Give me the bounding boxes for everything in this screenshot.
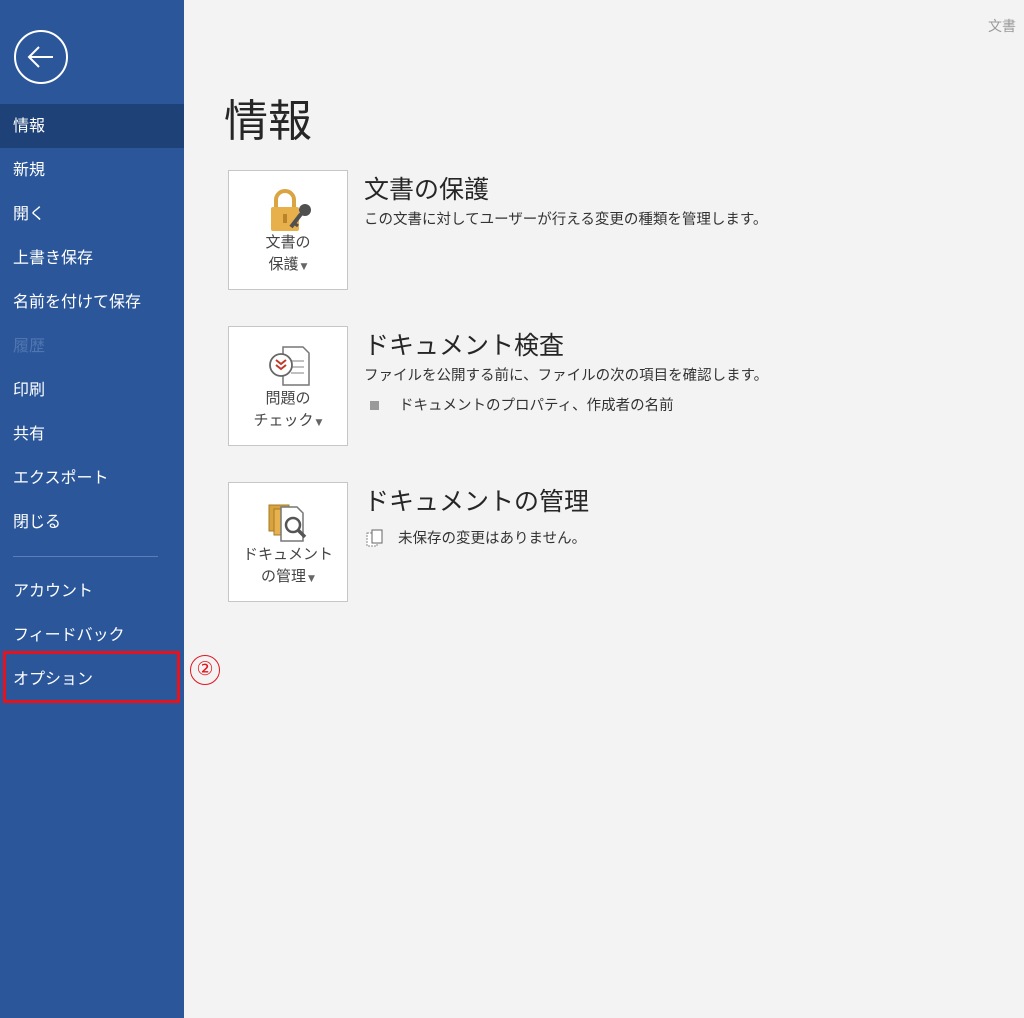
inspect-document-description: ファイルを公開する前に、ファイルの次の項目を確認します。 [364,368,769,384]
protect-document-description: この文書に対してユーザーが行える変更の種類を管理します。 [364,212,768,228]
unsaved-docs-icon [366,529,383,547]
inspect-document-bullet: ドキュメントのプロパティ、作成者の名前 [370,394,674,415]
lock-key-icon [271,189,311,231]
page-title: 情報 [224,96,312,147]
sidebar-item-options[interactable]: オプション [0,657,184,701]
protect-document-button[interactable]: 文書の 保護 ▼ [228,170,348,290]
inspect-document-heading: ドキュメント検査 [364,331,565,360]
bullet-square-icon [370,400,379,410]
sidebar-item-feedback[interactable]: フィードバック [0,613,184,657]
sidebar-item-close[interactable]: 閉じる [0,500,184,544]
step-number-badge: ② [190,655,220,685]
sidebar-nav: 情報 新規 開く 上書き保存 名前を付けて保存 履歴 印刷 共有 エクスポート … [0,104,184,701]
check-for-issues-button[interactable]: 問題の チェック ▼ [228,326,348,446]
sidebar-divider [13,556,158,557]
sidebar-item-print[interactable]: 印刷 [0,368,184,412]
back-arrow-icon [27,46,53,68]
dropdown-arrow-icon: ▼ [300,262,308,272]
sidebar-item-save[interactable]: 上書き保存 [0,236,184,280]
sidebar-item-info[interactable]: 情報 [0,104,184,148]
document-title-label: 文書 [988,19,1016,35]
dropdown-arrow-icon: ▼ [315,418,323,428]
sidebar-item-share[interactable]: 共有 [0,412,184,456]
sidebar-item-open[interactable]: 開く [0,192,184,236]
manage-document-status: 未保存の変更はありません。 [366,527,586,548]
manage-document-heading: ドキュメントの管理 [364,487,590,516]
document-check-icon [269,346,310,386]
protect-document-button-label: 文書の 保護 ▼ [265,233,311,273]
check-for-issues-button-label: 問題の チェック ▼ [253,389,323,429]
manage-document-button-label: ドキュメント の管理 ▼ [242,545,333,585]
manage-document-button[interactable]: ドキュメント の管理 ▼ [228,482,348,602]
sidebar-item-history: 履歴 [13,336,46,355]
sidebar-item-export[interactable]: エクスポート [0,456,184,500]
sidebar-item-account[interactable]: アカウント [0,569,184,613]
manage-document-icon [268,504,307,542]
dropdown-arrow-icon: ▼ [308,574,315,584]
backstage-sidebar: 情報 新規 開く 上書き保存 名前を付けて保存 履歴 印刷 共有 エクスポート … [0,0,184,1018]
sidebar-item-new[interactable]: 新規 [0,148,184,192]
back-button[interactable] [14,30,68,84]
sidebar-item-save-as[interactable]: 名前を付けて保存 [0,280,184,324]
protect-document-heading: 文書の保護 [364,175,490,204]
